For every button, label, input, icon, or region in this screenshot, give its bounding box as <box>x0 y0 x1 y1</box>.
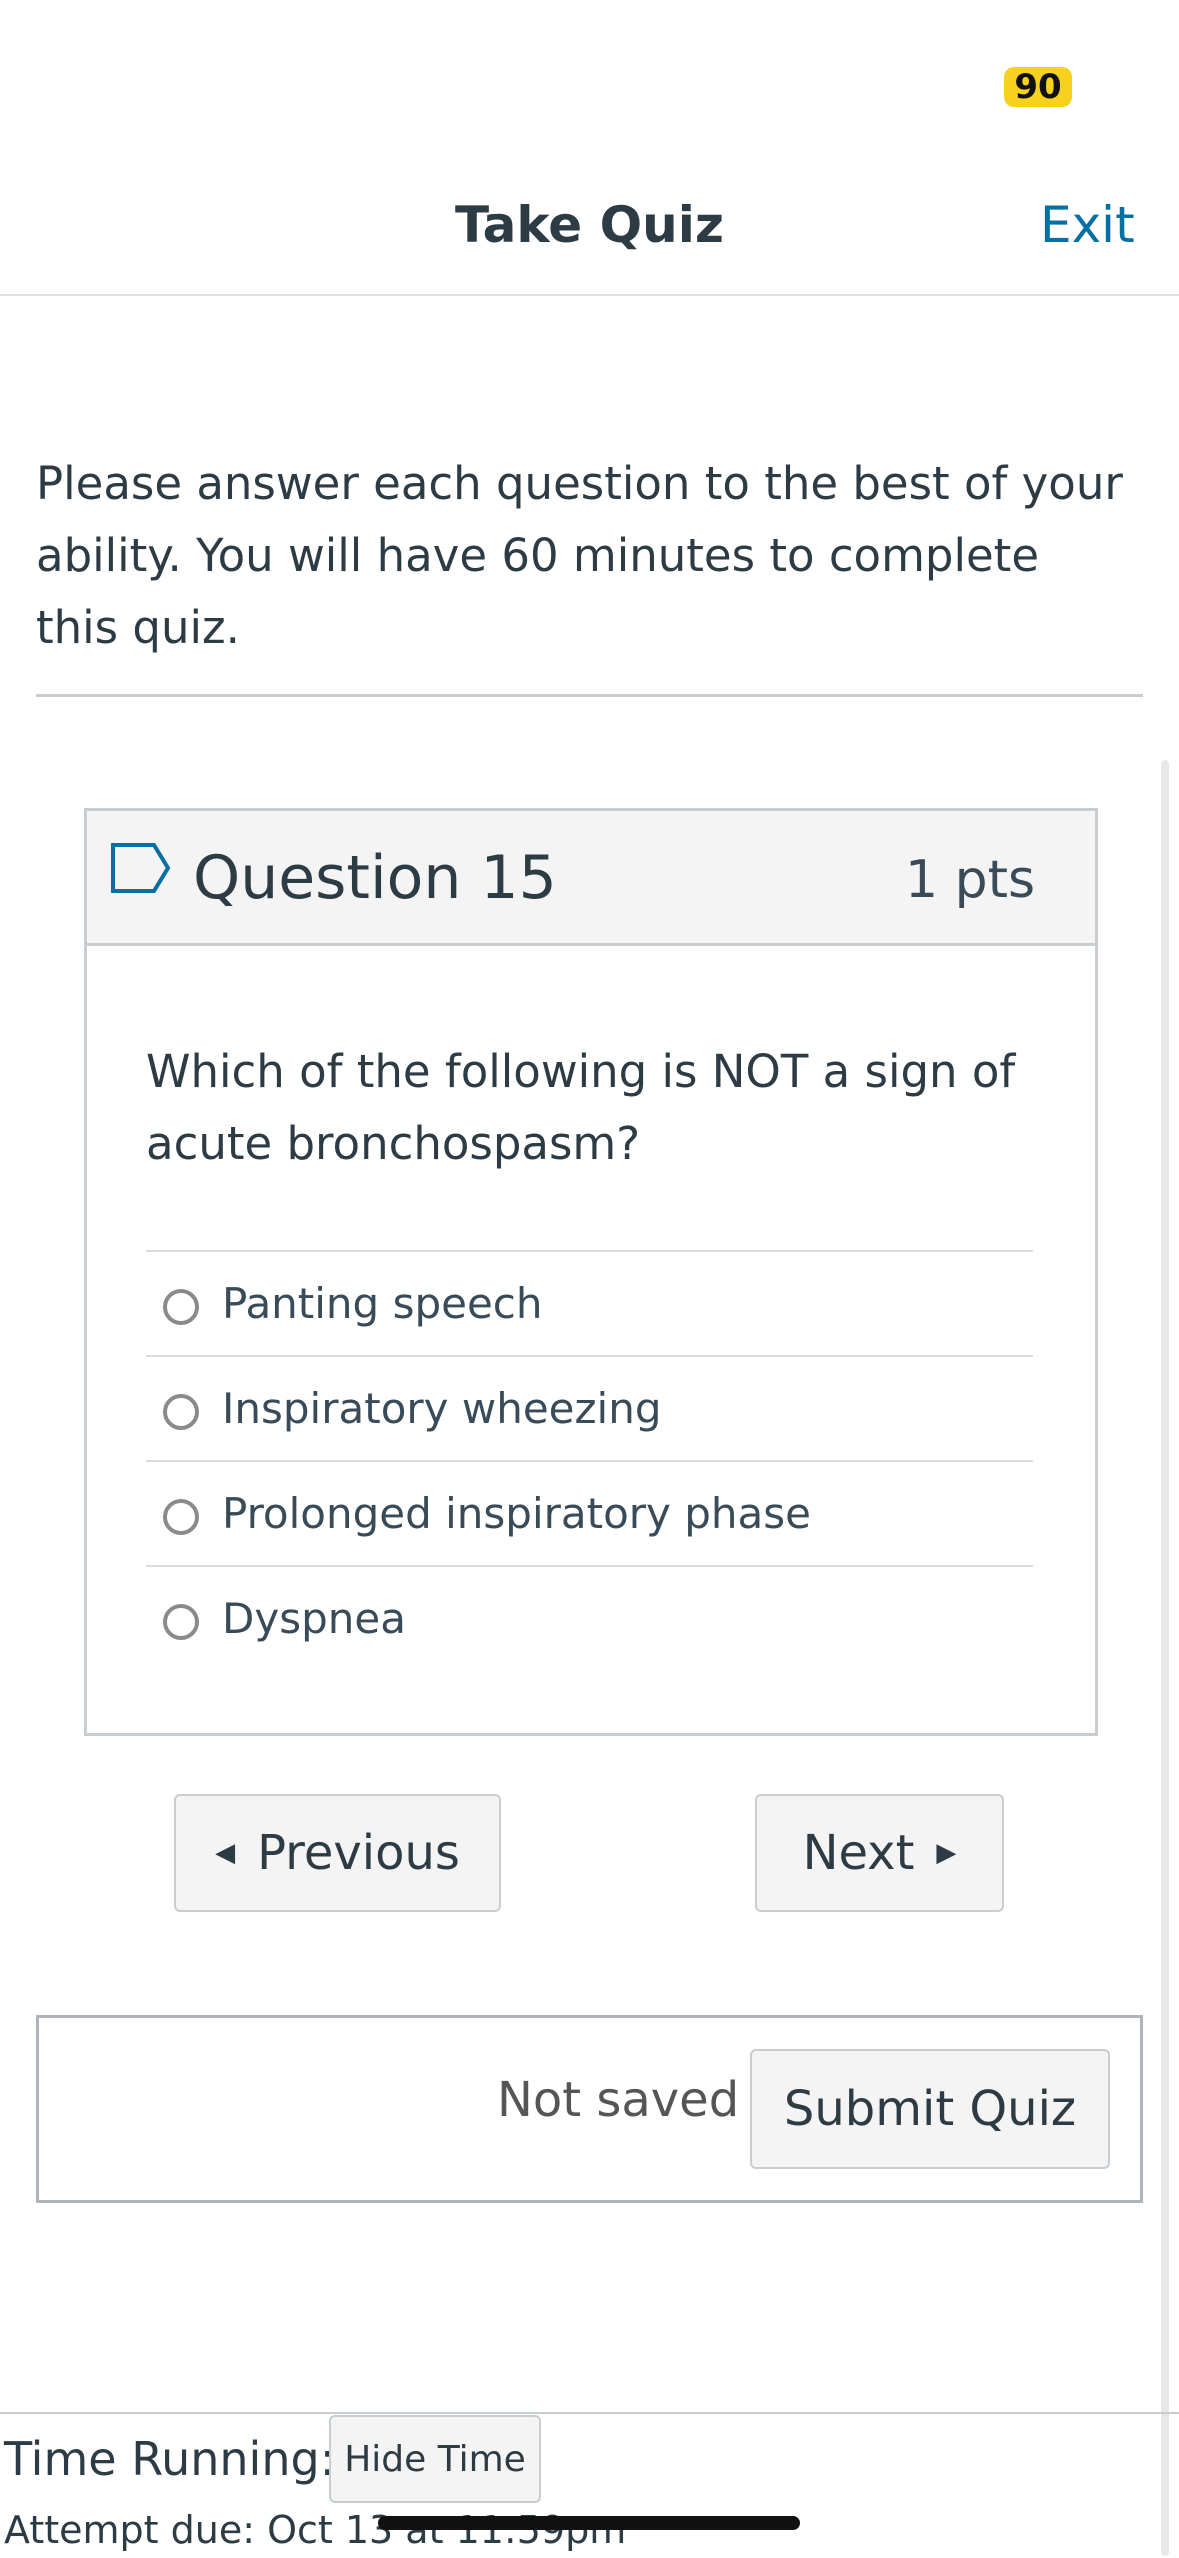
option-radio-2[interactable] <box>163 1394 199 1430</box>
option-label-4[interactable]: Dyspnea <box>222 1594 406 1643</box>
submit-quiz-button[interactable]: Submit Quiz <box>750 2049 1110 2169</box>
previous-label: Previous <box>257 1825 460 1881</box>
previous-button[interactable]: ◀ Previous <box>174 1794 501 1912</box>
option-divider <box>146 1460 1033 1462</box>
option-label-3[interactable]: Prolonged inspiratory phase <box>222 1489 811 1538</box>
option-radio-1[interactable] <box>163 1289 199 1325</box>
caret-right-icon: ▶ <box>936 1838 957 1868</box>
home-indicator[interactable] <box>378 2516 800 2530</box>
page-title: Take Quiz <box>455 196 724 254</box>
option-label-1[interactable]: Panting speech <box>222 1279 543 1328</box>
hide-time-button[interactable]: Hide Time <box>329 2415 541 2503</box>
quiz-instructions: Please answer each question to the best … <box>36 457 1123 654</box>
option-divider <box>146 1355 1033 1357</box>
save-status: Not saved <box>497 2072 740 2128</box>
option-divider <box>146 1250 1033 1252</box>
flag-outline-icon[interactable] <box>110 842 172 898</box>
option-label-2[interactable]: Inspiratory wheezing <box>222 1384 662 1433</box>
caret-left-icon: ◀ <box>215 1838 236 1868</box>
divider <box>36 694 1143 697</box>
option-radio-4[interactable] <box>163 1604 199 1640</box>
exit-link[interactable]: Exit <box>1040 196 1135 254</box>
question-text: Which of the following is NOT a sign of … <box>146 1045 1016 1170</box>
scrollbar[interactable] <box>1161 760 1169 2556</box>
attempt-due: Attempt due: Oct 13 at 11:59pm <box>4 2508 627 2552</box>
option-radio-3[interactable] <box>163 1499 199 1535</box>
question-points: 1 pts <box>905 850 1036 910</box>
submit-quiz-label: Submit Quiz <box>783 2081 1077 2137</box>
next-button[interactable]: Next ▶ <box>755 1794 1004 1912</box>
next-label: Next <box>802 1825 915 1881</box>
option-divider <box>146 1565 1033 1567</box>
question-title: Question 15 <box>193 843 557 913</box>
time-running-label: Time Running: <box>4 2432 336 2486</box>
status-badge: 90 <box>1004 67 1072 107</box>
hide-time-label: Hide Time <box>344 2438 526 2480</box>
